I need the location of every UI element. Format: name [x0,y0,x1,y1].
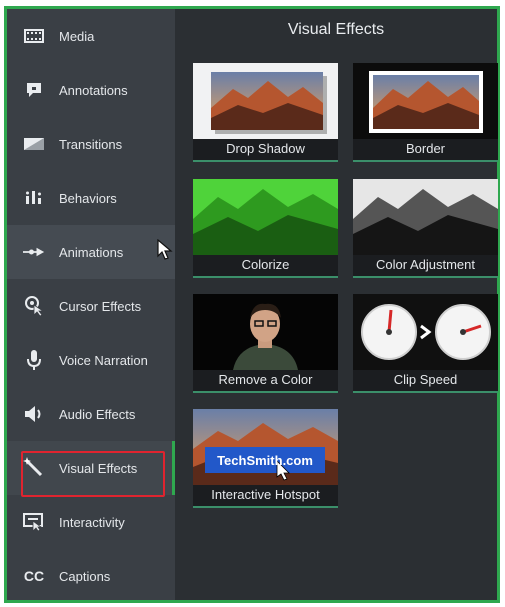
sidebar-item-voice-narration[interactable]: Voice Narration [7,333,175,387]
effect-label: Color Adjustment [376,257,475,272]
drop-shadow-thumbnail [193,63,338,139]
sidebar-item-label: Media [59,28,95,44]
effect-label: Border [405,141,446,156]
app-frame: Media Annotations Transitions Behaviors [4,6,500,603]
sidebar-item-label: Visual Effects [59,460,138,476]
effect-tile-remove-a-color[interactable]: Remove a Color [193,294,338,393]
sidebar-item-label: Voice Narration [59,352,148,368]
sidebar-item-label: Cursor Effects [59,298,142,314]
effect-label: Interactive Hotspot [211,487,320,502]
mouse-cursor-icon [157,238,173,266]
sidebar-item-label: Animations [59,244,124,260]
magic-wand-icon [23,457,45,479]
panel-title: Visual Effects [175,9,497,51]
sidebar-item-interactivity[interactable]: Interactivity [7,495,175,549]
visual-effects-panel: Visual Effects Drop Shadow Border Colori… [175,9,498,600]
sidebar-item-label: Audio Effects [59,406,136,422]
effect-tile-colorize[interactable]: Colorize [193,179,338,278]
sidebar-item-captions[interactable]: CC Captions [7,549,175,603]
effect-tile-interactive-hotspot[interactable]: TechSmith.com Interactive Hotspot [193,409,338,508]
effect-tile-color-adjustment[interactable]: Color Adjustment [353,179,498,278]
annotation-icon [23,79,45,101]
color-adjustment-thumbnail [353,179,498,255]
effect-tile-clip-speed[interactable]: Clip Speed [353,294,498,393]
colorize-thumbnail [193,179,338,255]
hotspot-overlay-text: TechSmith.com [217,453,313,468]
film-icon [23,25,45,47]
sidebar-item-label: Transitions [59,136,123,152]
sidebar-item-visual-effects[interactable]: Visual Effects [7,441,175,495]
interactivity-icon [23,511,45,533]
sidebar-item-behaviors[interactable]: Behaviors [7,171,175,225]
sidebar-item-audio-effects[interactable]: Audio Effects [7,387,175,441]
sidebar-item-transitions[interactable]: Transitions [7,117,175,171]
interactive-hotspot-thumbnail [193,409,338,485]
sidebar-item-label: Captions [59,568,111,584]
sidebar-item-annotations[interactable]: Annotations [7,63,175,117]
microphone-icon [23,349,45,371]
sidebar: Media Annotations Transitions Behaviors [7,9,175,600]
effect-label: Drop Shadow [226,141,305,156]
effect-label: Remove a Color [218,372,313,387]
transition-icon [23,133,45,155]
sidebar-item-label: Interactivity [59,514,125,530]
sidebar-item-animations[interactable]: Animations [7,225,175,279]
remove-a-color-thumbnail [193,294,338,370]
sidebar-item-cursor-effects[interactable]: Cursor Effects [7,279,175,333]
sidebar-item-label: Behaviors [59,190,117,206]
effect-tile-border[interactable]: Border [353,63,498,162]
sidebar-item-media[interactable]: Media [7,9,175,63]
animation-arrow-icon [23,241,45,263]
effect-label: Clip Speed [393,372,458,387]
effect-tile-drop-shadow[interactable]: Drop Shadow [193,63,338,162]
behaviors-icon [23,187,45,209]
sidebar-item-label: Annotations [59,82,128,98]
border-thumbnail [353,63,498,139]
speaker-icon [23,403,45,425]
cc-icon: CC [23,568,45,584]
effect-label: Colorize [241,257,290,272]
clip-speed-thumbnail [353,294,498,370]
cursor-effects-icon [23,295,45,317]
